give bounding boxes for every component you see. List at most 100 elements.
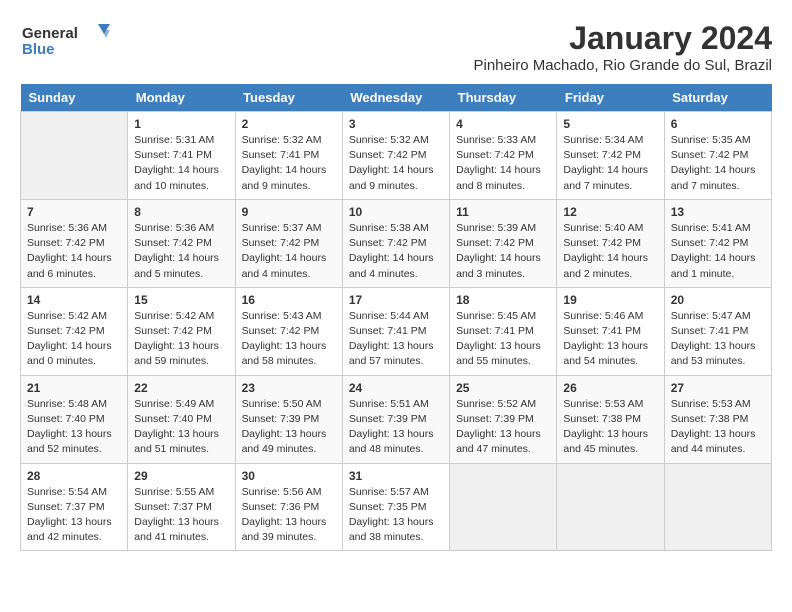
day-info: Sunrise: 5:50 AMSunset: 7:39 PMDaylight:… [242, 397, 336, 458]
day-info: Sunrise: 5:47 AMSunset: 7:41 PMDaylight:… [671, 309, 765, 370]
col-wednesday: Wednesday [342, 84, 449, 112]
calendar-week-row: 7 Sunrise: 5:36 AMSunset: 7:42 PMDaylight… [21, 199, 772, 287]
calendar-week-row: 14 Sunrise: 5:42 AMSunset: 7:42 PMDayligh… [21, 287, 772, 375]
day-info: Sunrise: 5:42 AMSunset: 7:42 PMDaylight:… [27, 309, 121, 370]
table-row: 23 Sunrise: 5:50 AMSunset: 7:39 PMDayligh… [235, 375, 342, 463]
table-row: 11 Sunrise: 5:39 AMSunset: 7:42 PMDayligh… [450, 199, 557, 287]
table-row [450, 463, 557, 551]
day-number: 2 [242, 117, 336, 131]
day-info: Sunrise: 5:41 AMSunset: 7:42 PMDaylight:… [671, 221, 765, 282]
table-row: 2 Sunrise: 5:32 AMSunset: 7:41 PMDaylight… [235, 112, 342, 200]
day-info: Sunrise: 5:36 AMSunset: 7:42 PMDaylight:… [134, 221, 228, 282]
table-row: 31 Sunrise: 5:57 AMSunset: 7:35 PMDayligh… [342, 463, 449, 551]
table-row: 26Sunrise: 5:53 AMSunset: 7:38 PMDayligh… [557, 375, 664, 463]
day-number: 1 [134, 117, 228, 131]
table-row: 10 Sunrise: 5:38 AMSunset: 7:42 PMDayligh… [342, 199, 449, 287]
table-row: 7 Sunrise: 5:36 AMSunset: 7:42 PMDaylight… [21, 199, 128, 287]
day-info: Sunrise: 5:56 AMSunset: 7:36 PMDaylight:… [242, 485, 336, 546]
day-number: 31 [349, 469, 443, 483]
table-row: 3Sunrise: 5:32 AMSunset: 7:42 PMDaylight… [342, 112, 449, 200]
table-row: 19 Sunrise: 5:46 AMSunset: 7:41 PMDayligh… [557, 287, 664, 375]
logo: General Blue [20, 20, 110, 60]
svg-text:Blue: Blue [22, 41, 55, 58]
day-number: 15 [134, 293, 228, 307]
day-number: 20 [671, 293, 765, 307]
day-number: 13 [671, 205, 765, 219]
day-number: 23 [242, 381, 336, 395]
day-info: Sunrise: 5:52 AMSunset: 7:39 PMDaylight:… [456, 397, 550, 458]
day-info: Sunrise: 5:51 AMSunset: 7:39 PMDaylight:… [349, 397, 443, 458]
table-row: 25 Sunrise: 5:52 AMSunset: 7:39 PMDayligh… [450, 375, 557, 463]
day-info: Sunrise: 5:49 AMSunset: 7:40 PMDaylight:… [134, 397, 228, 458]
table-row: 30Sunrise: 5:56 AMSunset: 7:36 PMDayligh… [235, 463, 342, 551]
day-info: Sunrise: 5:48 AMSunset: 7:40 PMDaylight:… [27, 397, 121, 458]
table-row: 16 Sunrise: 5:43 AMSunset: 7:42 PMDayligh… [235, 287, 342, 375]
day-info: Sunrise: 5:46 AMSunset: 7:41 PMDaylight:… [563, 309, 657, 370]
day-number: 19 [563, 293, 657, 307]
table-row: 17 Sunrise: 5:44 AMSunset: 7:41 PMDayligh… [342, 287, 449, 375]
table-row: 5Sunrise: 5:34 AMSunset: 7:42 PMDaylight… [557, 112, 664, 200]
day-info: Sunrise: 5:54 AMSunset: 7:37 PMDaylight:… [27, 485, 121, 546]
day-number: 14 [27, 293, 121, 307]
day-info: Sunrise: 5:33 AMSunset: 7:42 PMDaylight:… [456, 133, 550, 194]
day-number: 25 [456, 381, 550, 395]
day-number: 17 [349, 293, 443, 307]
table-row: 15Sunrise: 5:42 AMSunset: 7:42 PMDayligh… [128, 287, 235, 375]
day-info: Sunrise: 5:39 AMSunset: 7:42 PMDaylight:… [456, 221, 550, 282]
table-row [21, 112, 128, 200]
day-number: 24 [349, 381, 443, 395]
day-info: Sunrise: 5:55 AMSunset: 7:37 PMDaylight:… [134, 485, 228, 546]
day-number: 11 [456, 205, 550, 219]
general-blue-logo: General Blue [20, 20, 110, 60]
table-row: 1 Sunrise: 5:31 AMSunset: 7:41 PMDaylight… [128, 112, 235, 200]
col-saturday: Saturday [664, 84, 771, 112]
day-number: 27 [671, 381, 765, 395]
table-row: 24 Sunrise: 5:51 AMSunset: 7:39 PMDayligh… [342, 375, 449, 463]
calendar-week-row: 21 Sunrise: 5:48 AMSunset: 7:40 PMDayligh… [21, 375, 772, 463]
day-number: 8 [134, 205, 228, 219]
day-number: 21 [27, 381, 121, 395]
day-number: 5 [563, 117, 657, 131]
col-tuesday: Tuesday [235, 84, 342, 112]
day-info: Sunrise: 5:43 AMSunset: 7:42 PMDaylight:… [242, 309, 336, 370]
calendar-week-row: 1 Sunrise: 5:31 AMSunset: 7:41 PMDaylight… [21, 112, 772, 200]
table-row [557, 463, 664, 551]
day-number: 28 [27, 469, 121, 483]
day-info: Sunrise: 5:31 AMSunset: 7:41 PMDaylight:… [134, 133, 228, 194]
table-row: 20 Sunrise: 5:47 AMSunset: 7:41 PMDayligh… [664, 287, 771, 375]
day-info: Sunrise: 5:37 AMSunset: 7:42 PMDaylight:… [242, 221, 336, 282]
col-sunday: Sunday [21, 84, 128, 112]
day-number: 9 [242, 205, 336, 219]
col-monday: Monday [128, 84, 235, 112]
day-number: 6 [671, 117, 765, 131]
day-number: 10 [349, 205, 443, 219]
header-row: Sunday Monday Tuesday Wednesday Thursday… [21, 84, 772, 112]
table-row: 6 Sunrise: 5:35 AMSunset: 7:42 PMDaylight… [664, 112, 771, 200]
col-thursday: Thursday [450, 84, 557, 112]
col-friday: Friday [557, 84, 664, 112]
title-block: January 2024 Pinheiro Machado, Rio Grand… [474, 20, 773, 74]
table-row: 28 Sunrise: 5:54 AMSunset: 7:37 PMDayligh… [21, 463, 128, 551]
day-info: Sunrise: 5:40 AMSunset: 7:42 PMDaylight:… [563, 221, 657, 282]
day-number: 7 [27, 205, 121, 219]
day-info: Sunrise: 5:44 AMSunset: 7:41 PMDaylight:… [349, 309, 443, 370]
table-row: 14 Sunrise: 5:42 AMSunset: 7:42 PMDayligh… [21, 287, 128, 375]
day-info: Sunrise: 5:57 AMSunset: 7:35 PMDaylight:… [349, 485, 443, 546]
day-number: 12 [563, 205, 657, 219]
day-number: 4 [456, 117, 550, 131]
table-row: 21 Sunrise: 5:48 AMSunset: 7:40 PMDayligh… [21, 375, 128, 463]
table-row: 8 Sunrise: 5:36 AMSunset: 7:42 PMDaylight… [128, 199, 235, 287]
day-number: 18 [456, 293, 550, 307]
table-row: 12 Sunrise: 5:40 AMSunset: 7:42 PMDayligh… [557, 199, 664, 287]
svg-text:General: General [22, 25, 78, 42]
day-info: Sunrise: 5:32 AMSunset: 7:41 PMDaylight:… [242, 133, 336, 194]
day-info: Sunrise: 5:53 AMSunset: 7:38 PMDaylight:… [563, 397, 657, 458]
day-number: 3 [349, 117, 443, 131]
day-info: Sunrise: 5:36 AMSunset: 7:42 PMDaylight:… [27, 221, 121, 282]
calendar-table: Sunday Monday Tuesday Wednesday Thursday… [20, 84, 772, 551]
calendar-subtitle: Pinheiro Machado, Rio Grande do Sul, Bra… [474, 57, 773, 74]
day-info: Sunrise: 5:38 AMSunset: 7:42 PMDaylight:… [349, 221, 443, 282]
day-info: Sunrise: 5:35 AMSunset: 7:42 PMDaylight:… [671, 133, 765, 194]
day-number: 16 [242, 293, 336, 307]
day-number: 22 [134, 381, 228, 395]
